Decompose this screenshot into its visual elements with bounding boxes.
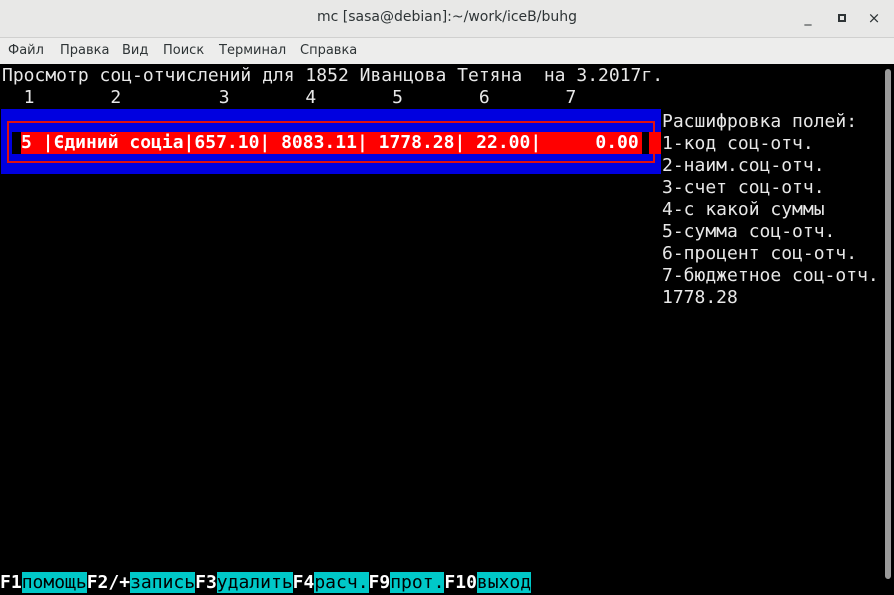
menu-edit[interactable]: Правка: [60, 43, 109, 58]
fkey-f1[interactable]: F1: [0, 572, 22, 593]
terminal-scrollbar[interactable]: [882, 65, 894, 595]
window-title: mc [sasa@debian]:~/work/iceB/buhg: [317, 9, 577, 25]
scrollbar-thumb[interactable]: [885, 69, 891, 579]
minimize-icon: _: [804, 10, 812, 26]
fkey-f4-label[interactable]: расч.: [314, 572, 369, 593]
menu-search[interactable]: Поиск: [163, 43, 204, 58]
legend-item: 4-с какой суммы: [662, 199, 825, 220]
function-key-bar: F1помощьF2/+записьF3удалитьF4расч.F9прот…: [0, 572, 532, 594]
fkey-f9[interactable]: F9: [369, 572, 391, 593]
legend-item: 1-код соц-отч.: [662, 133, 814, 154]
menu-bar: Файл Правка Вид Поиск Терминал Справка: [0, 38, 894, 64]
legend-item: 3-счет соц-отч.: [662, 177, 825, 198]
table-row[interactable]: 5 |Єдиний соціа|657.10| 8083.11| 1778.28…: [21, 132, 642, 154]
legend-item: 2-наим.соц-отч.: [662, 155, 825, 176]
header-line: Просмотр соц-отчислений для 1852 Иванцов…: [2, 65, 664, 86]
legend-item: 5-сумма соц-отч.: [662, 221, 836, 242]
fkey-f3[interactable]: F3: [195, 572, 217, 593]
menu-file[interactable]: Файл: [8, 43, 44, 58]
legend-total: 1778.28: [662, 287, 738, 308]
fkey-f2[interactable]: F2/+: [87, 572, 130, 593]
maximize-button[interactable]: [830, 6, 854, 30]
fkey-f3-label[interactable]: удалить: [216, 572, 293, 593]
minimize-button[interactable]: _: [796, 6, 820, 30]
fkey-f4[interactable]: F4: [293, 572, 315, 593]
fkey-f9-label[interactable]: прот.: [390, 572, 445, 593]
legend-item: 7-бюджетное соц-отч.: [662, 265, 879, 286]
menu-terminal[interactable]: Терминал: [219, 43, 286, 58]
legend-item: 6-процент соц-отч.: [662, 243, 858, 264]
fkey-f2-label[interactable]: запись: [130, 572, 196, 593]
legend-title: Расшифровка полей:: [662, 111, 858, 132]
menu-view[interactable]: Вид: [122, 43, 148, 58]
close-button[interactable]: ×: [862, 6, 886, 30]
menu-help[interactable]: Справка: [300, 43, 357, 58]
column-numbers: 1 2 3 4 5 6 7: [2, 87, 577, 108]
fkey-f1-label[interactable]: помощь: [21, 572, 87, 593]
title-bar: mc [sasa@debian]:~/work/iceB/buhg _ ×: [0, 0, 894, 38]
fkey-f10[interactable]: F10: [444, 572, 477, 593]
row-cursor: [649, 132, 661, 154]
terminal-area[interactable]: Просмотр соц-отчислений для 1852 Иванцов…: [0, 65, 882, 595]
close-icon: ×: [867, 9, 881, 27]
maximize-icon: [838, 14, 846, 22]
fkey-f10-label[interactable]: выход: [476, 572, 532, 593]
